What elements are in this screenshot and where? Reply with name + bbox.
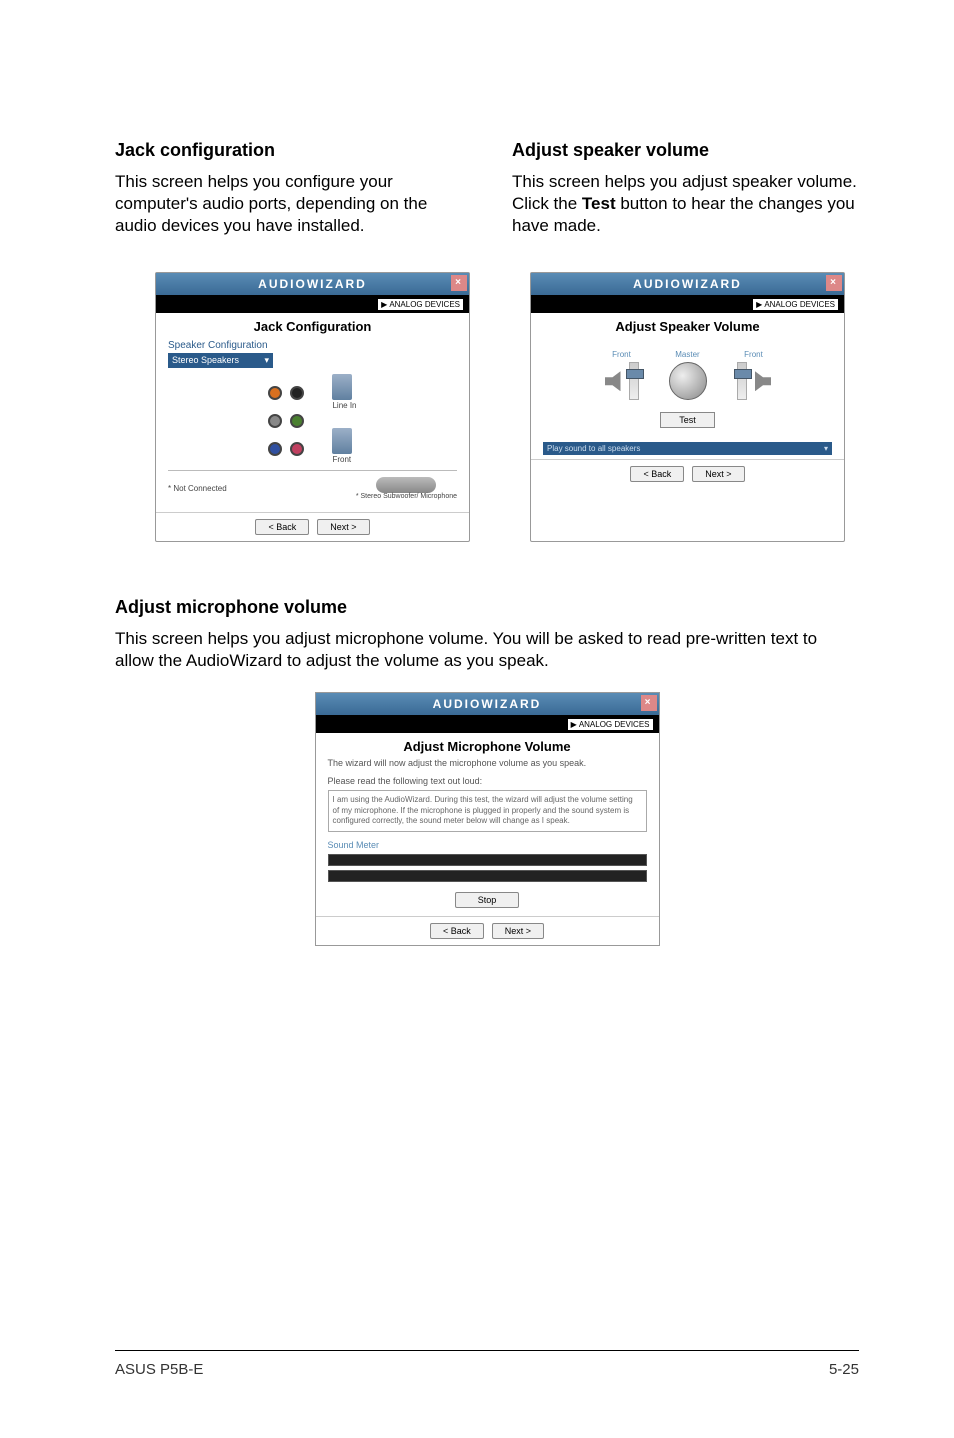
front-right-col: Front — [737, 350, 771, 400]
wizard-buttons: < Back Next > — [156, 512, 469, 541]
wizard-titlebar: AUDIOWIZARD × — [316, 693, 659, 715]
speaker-config-label: Speaker Configuration — [168, 340, 457, 351]
mic-sub-text: Please read the following text out loud: — [316, 768, 659, 788]
chevron-down-icon: ▾ — [264, 355, 269, 366]
speaker-column: Adjust speaker volume This screen helps … — [512, 140, 859, 237]
front-left-label: Front — [612, 350, 631, 359]
divider — [168, 470, 457, 471]
connector-icon — [376, 477, 436, 493]
jack-orange[interactable] — [268, 386, 282, 400]
next-button[interactable]: Next > — [317, 519, 369, 535]
wizard-title: AUDIOWIZARD — [258, 277, 367, 291]
speaker-config-dropdown[interactable]: Stereo Speakers ▾ — [168, 353, 273, 368]
jack-area: Line In Front — [168, 374, 457, 464]
master-label: Master — [675, 350, 699, 359]
jack-bottom-row: * Not Connected * Stereo Subwoofer/ Micr… — [168, 477, 457, 500]
mic-section: Adjust microphone volume This screen hel… — [115, 597, 859, 945]
jack-paragraph: This screen helps you configure your com… — [115, 171, 462, 237]
jack-column: Jack configuration This screen helps you… — [115, 140, 462, 237]
speaker-panel-title: Adjust Speaker Volume — [531, 313, 844, 338]
next-button[interactable]: Next > — [492, 923, 544, 939]
sound-meter-label: Sound Meter — [316, 834, 659, 852]
jack-pink[interactable] — [290, 442, 304, 456]
chevron-down-icon: ▾ — [824, 444, 828, 453]
jack-blue[interactable] — [268, 442, 282, 456]
analog-devices-logo: ANALOG DEVICES — [753, 299, 838, 310]
speaker-area: Front Master Front — [543, 340, 832, 406]
play-sound-bar[interactable]: Play sound to all speakers ▾ — [543, 442, 832, 455]
wizard-buttons: < Back Next > — [531, 459, 844, 488]
jack-panel-body: Speaker Configuration Stereo Speakers ▾ … — [156, 338, 469, 508]
back-button[interactable]: < Back — [255, 519, 309, 535]
front-right-slider[interactable] — [737, 362, 747, 400]
jack-panel-title: Jack Configuration — [156, 313, 469, 338]
test-button[interactable]: Test — [660, 412, 715, 428]
speaker-heading: Adjust speaker volume — [512, 140, 859, 161]
stop-button[interactable]: Stop — [455, 892, 520, 908]
wizard-title: AUDIOWIZARD — [433, 697, 542, 711]
dropdown-value: Stereo Speakers — [172, 355, 239, 366]
analog-devices-logo: ANALOG DEVICES — [568, 719, 653, 730]
mic-volume-screenshot: AUDIOWIZARD × ANALOG DEVICES Adjust Micr… — [315, 692, 660, 945]
logo-strip: ANALOG DEVICES — [531, 295, 844, 313]
back-button[interactable]: < Back — [630, 466, 684, 482]
analog-devices-logo: ANALOG DEVICES — [378, 299, 463, 310]
logo-strip: ANALOG DEVICES — [156, 295, 469, 313]
jack-gray[interactable] — [268, 414, 282, 428]
front-left-slider[interactable] — [629, 362, 639, 400]
wizard-title: AUDIOWIZARD — [633, 277, 742, 291]
back-button[interactable]: < Back — [430, 923, 484, 939]
not-connected-label: * Not Connected — [168, 484, 227, 493]
sound-meter — [328, 854, 647, 882]
test-bold: Test — [582, 194, 616, 213]
speaker-paragraph: This screen helps you adjust speaker vol… — [512, 171, 859, 237]
jack-black[interactable] — [290, 386, 304, 400]
wizard-buttons: < Back Next > — [316, 916, 659, 945]
jack-heading: Jack configuration — [115, 140, 462, 161]
mic-intro-text: The wizard will now adjust the microphon… — [316, 758, 659, 768]
screenshots-row: AUDIOWIZARD × ANALOG DEVICES Jack Config… — [115, 272, 859, 542]
wizard-titlebar: AUDIOWIZARD × — [156, 273, 469, 295]
jack-right-labels: Line In Front — [332, 374, 356, 464]
logo-strip: ANALOG DEVICES — [316, 715, 659, 733]
footer-left: ASUS P5B-E — [115, 1361, 203, 1378]
speaker-left-icon — [605, 371, 625, 391]
close-icon[interactable]: × — [641, 695, 657, 711]
front-jack-icon — [332, 428, 352, 454]
wizard-titlebar: AUDIOWIZARD × — [531, 273, 844, 295]
close-icon[interactable]: × — [826, 275, 842, 291]
page-footer: ASUS P5B-E 5-25 — [115, 1350, 859, 1378]
master-col: Master — [669, 350, 707, 400]
close-icon[interactable]: × — [451, 275, 467, 291]
jack-config-screenshot: AUDIOWIZARD × ANALOG DEVICES Jack Config… — [155, 272, 470, 542]
play-label: Play sound to all speakers — [547, 444, 640, 453]
line-in-icon — [332, 374, 352, 400]
speaker-right-icon — [751, 371, 771, 391]
front-jack-label: Front — [332, 455, 351, 464]
two-column-section: Jack configuration This screen helps you… — [115, 140, 859, 237]
front-left-col: Front — [605, 350, 639, 400]
mic-panel-title: Adjust Microphone Volume — [316, 733, 659, 758]
master-knob[interactable] — [669, 362, 707, 400]
footer-right: 5-25 — [829, 1361, 859, 1378]
meter-bar-right — [328, 870, 647, 882]
jack-grid — [268, 374, 304, 464]
next-button[interactable]: Next > — [692, 466, 744, 482]
mic-heading: Adjust microphone volume — [115, 597, 859, 618]
jack-green[interactable] — [290, 414, 304, 428]
meter-bar-left — [328, 854, 647, 866]
mic-read-textbox: I am using the AudioWizard. During this … — [328, 790, 647, 831]
speaker-panel-body: Front Master Front — [531, 338, 844, 442]
front-right-label: Front — [744, 350, 763, 359]
line-in-label: Line In — [332, 401, 356, 410]
stereo-sw-label: * Stereo Subwoofer/ Microphone — [356, 493, 457, 500]
mic-paragraph: This screen helps you adjust microphone … — [115, 628, 859, 672]
speaker-volume-screenshot: AUDIOWIZARD × ANALOG DEVICES Adjust Spea… — [530, 272, 845, 542]
